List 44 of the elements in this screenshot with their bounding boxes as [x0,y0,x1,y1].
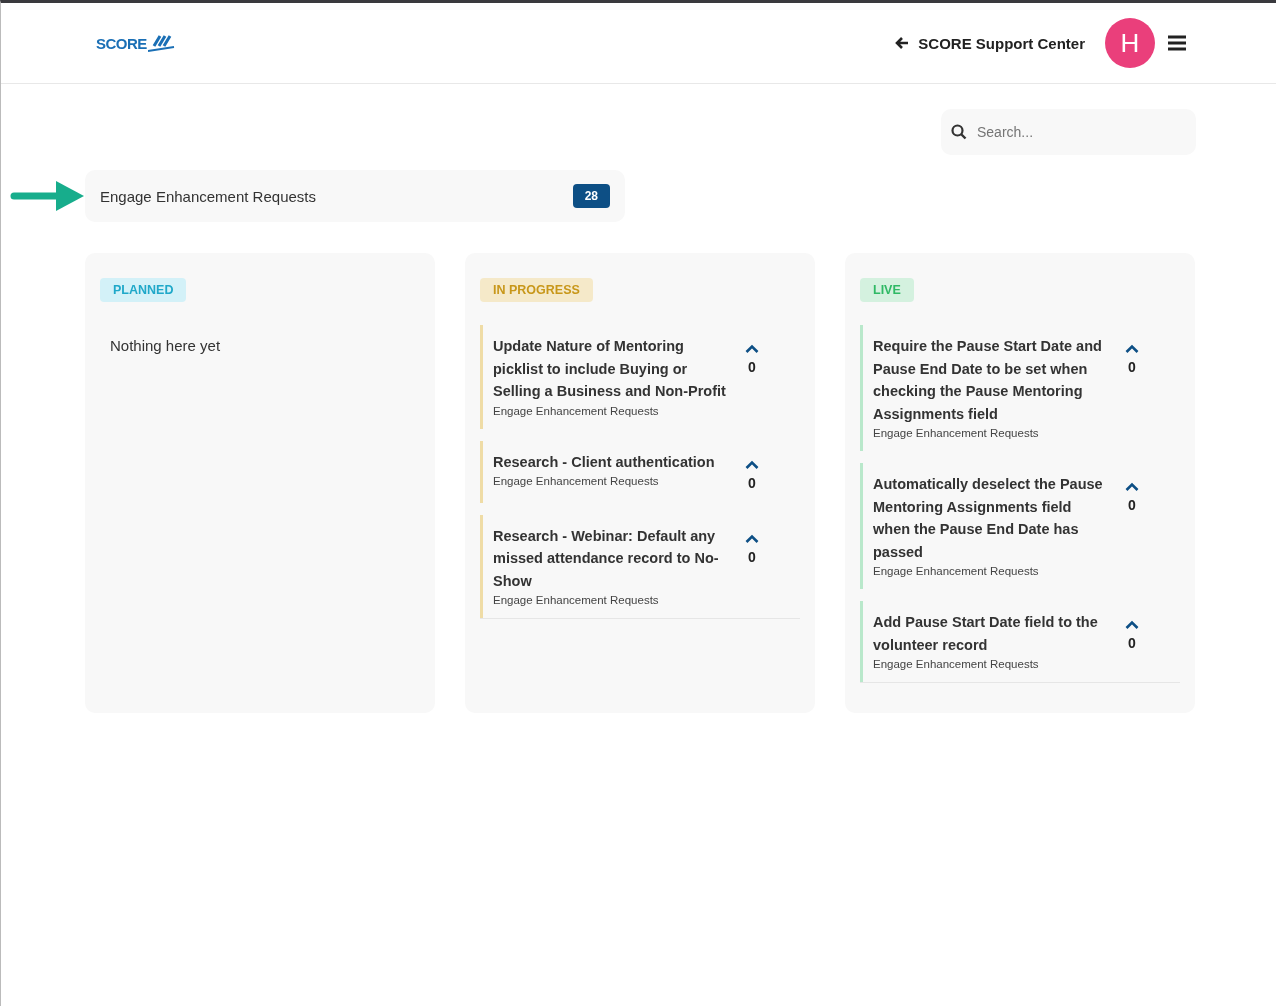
chevron-up-icon [1125,482,1139,491]
post-item[interactable]: Add Pause Start Date field to the volunteer record Engage Enhancement Requests 0 [860,601,1180,682]
post-item[interactable]: Research - Client authentication Engage Enhancement Requests 0 [480,440,800,503]
count-badge: 28 [572,184,610,208]
empty-message: Nothing here yet [110,337,221,354]
post-item[interactable]: Require the Pause Start Date and Pause End Date to be set when checking the Pause Mentoring Assignments field Engage Enhancement Requests 0 [860,325,1180,451]
upvote-button[interactable]: 0 [1125,335,1139,439]
post-title[interactable]: Require the Pause Start Date and Pause End Date to be set when checking the Pause Mentoring Assignments field [873,335,1108,425]
search-field[interactable]: Search... [941,109,1196,155]
upvote-button[interactable]: 0 [1125,473,1139,577]
status-badge: PLANNED [100,278,187,302]
post-item[interactable]: Update Nature of Mentoring picklist to include Buying or Selling a Business and Non-Profit Engage Enhancement Requests 0 [480,325,800,429]
post-board: Engage Enhancement Requests [873,427,1040,439]
post-item[interactable]: Research - Webinar: Default any missed attendance record to No-Show Engage Enhancement Requests 0 [480,514,800,618]
search-icon [951,124,967,140]
status-badge: IN PROGRESS [480,278,593,302]
menu-icon[interactable] [1168,35,1186,51]
upvote-button[interactable]: 0 [745,524,759,606]
post-board: Engage Enhancement Requests [493,404,660,417]
chevron-up-icon [1125,344,1139,353]
post-title[interactable]: Add Pause Start Date field to the volunteer record [873,611,1108,656]
back-arrow-icon [895,36,910,50]
chevron-up-icon [745,459,759,469]
score-logo[interactable]: SCORE [96,34,176,52]
board-filter[interactable]: Engage Enhancement Requests 28 [85,170,625,222]
chevron-up-icon [1125,620,1139,629]
post-title[interactable]: Update Nature of Mentoring picklist to include Buying or Selling a Business and Non-Profit [493,335,728,403]
post-title[interactable]: Automatically deselect the Pause Mentoring Assignments field when the Pause End Date has passed [873,473,1108,563]
post-title[interactable]: Research - Client authentication [493,450,728,473]
status-badge: LIVE [860,278,914,302]
support-center-link[interactable]: SCORE Support Center [895,34,1085,52]
post-board: Engage Enhancement Requests [493,594,660,606]
upvote-button[interactable]: 0 [745,335,759,417]
chevron-up-icon [745,344,759,353]
post-board: Engage Enhancement Requests [873,658,1040,670]
chevron-up-icon [745,533,759,543]
upvote-button[interactable]: 0 [1125,611,1139,670]
pointer-arrow-icon [10,179,86,213]
post-title[interactable]: Research - Webinar: Default any missed attendance record to No-Show [493,524,728,592]
post-board: Engage Enhancement Requests [873,565,1040,577]
upvote-button[interactable]: 0 [745,450,759,491]
post-board: Engage Enhancement Requests [493,475,660,487]
user-avatar[interactable]: H [1105,18,1155,68]
post-item[interactable]: Automatically deselect the Pause Mentoring Assignments field when the Pause End Date has passed Engage Enhancement Requests 0 [860,463,1180,589]
